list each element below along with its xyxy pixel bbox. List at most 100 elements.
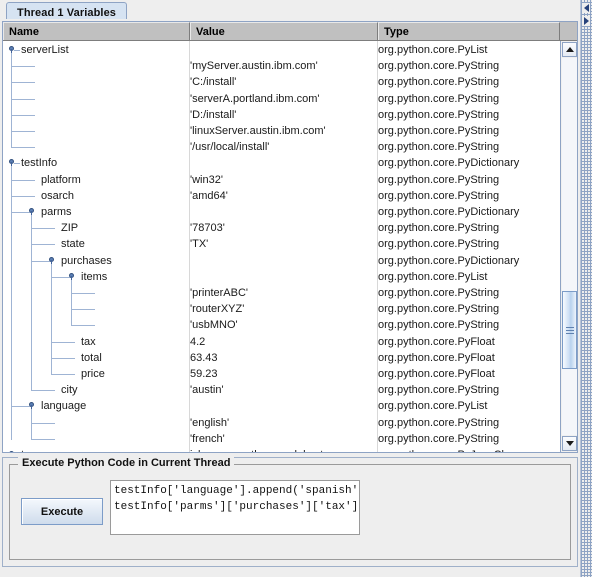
cell-value: 4.2 [190,335,206,348]
cell-value [190,155,375,171]
tree-node-cell[interactable]: osarch [3,188,187,204]
table-row[interactable]: 'linuxServer.austin.ibm.com' org.python.c… [3,123,560,139]
tree-node-label: price [81,368,105,380]
tree-node-label: serverList [21,44,69,56]
table-row[interactable]: testInfo org.python.core.PyDictionary [3,155,560,171]
tree-connector-line [11,147,35,149]
table-row[interactable]: ZIP '78703' org.python.core.PyString [3,220,560,236]
table-row[interactable]: 'english' org.python.core.PyString [3,415,560,431]
table-row[interactable]: purchases org.python.core.PyDictionary [3,253,560,269]
tree-connector-line [51,374,75,375]
cell-type: org.python.core.PyList [378,400,488,413]
tree-node-label: language [41,400,87,413]
table-row[interactable]: 'usbMNO' org.python.core.PyString [3,317,560,333]
table-row[interactable]: price 59.23 org.python.core.PyFloat [3,366,560,382]
cell-value: 'myServer.austin.ibm.com' [190,60,318,73]
tree-expand-handle-icon[interactable] [48,256,55,264]
column-header-name[interactable]: Name [3,22,190,40]
table-row[interactable]: osarch 'amd64' org.python.core.PyString [3,188,560,204]
scrollbar-grip-icon [566,327,574,335]
cell-value [190,204,375,220]
tree-expand-handle-icon[interactable] [28,402,35,410]
table-row[interactable]: 'myServer.austin.ibm.com' org.python.core… [3,58,560,74]
cell-value: 'serverA.portland.ibm.com' [190,92,320,105]
tree-connector-line [71,325,95,327]
tree-node-cell[interactable] [3,107,187,123]
python-code-input[interactable]: testInfo['language'].append('spanish') t… [110,480,360,535]
collapse-left-button[interactable] [582,3,590,13]
cell-type: org.python.core.PyString [378,416,500,429]
scrollbar-track[interactable] [562,58,577,435]
table-row[interactable]: 'french' org.python.core.PyString [3,431,560,447]
tree-node-cell[interactable]: serverList [3,42,187,58]
cell-type: org.python.core.PyFloat [378,368,495,380]
table-row[interactable]: 'routerXYZ' org.python.core.PyString [3,301,560,317]
tab-label: Thread 1 Variables [17,6,117,19]
table-row[interactable]: 'serverA.portland.ibm.com' org.python.cor… [3,91,560,107]
cell-type: org.python.core.PyString [378,92,500,105]
tree-connector-line [71,309,95,311]
cell-type: org.python.core.PyString [378,319,500,332]
tree-expand-handle-icon[interactable] [8,46,15,53]
table-row[interactable]: city 'austin' org.python.core.PyString [3,382,560,398]
split-pane-divider[interactable] [580,0,592,577]
variables-tab-panel: Thread 1 Variables Name Value Type serve… [0,0,580,455]
cell-type: org.python.core.PyJavaClass [378,447,560,452]
table-row[interactable]: parms org.python.core.PyDictionary [3,204,560,220]
column-header-value[interactable]: Value [190,22,378,40]
tab-strip: Thread 1 Variables [0,0,580,22]
cell-value: 'C:/install' [190,76,237,89]
triangle-left-icon [583,4,589,12]
cell-value [190,269,375,285]
tree-expand-handle-icon[interactable] [28,208,35,215]
cell-value [190,398,375,414]
table-row[interactable]: types jclass org.python.modules.typorg.py… [3,447,560,452]
table-body[interactable]: serverList org.python.core.PyList 'myServe… [3,41,560,452]
cell-type: org.python.core.PyString [378,60,500,73]
table-row[interactable]: 'C:/install' org.python.core.PyString [3,74,560,90]
cell-value [190,253,375,269]
table-row[interactable]: 'printerABC' org.python.core.PyString [3,285,560,301]
tree-connector-line [51,341,75,343]
tree-node-cell[interactable] [3,123,187,139]
tree-expand-handle-icon[interactable] [68,272,75,280]
table-row[interactable]: total 63.43 org.python.core.PyFloat [3,350,560,366]
table-row[interactable]: language org.python.core.PyList [3,398,560,414]
table-row[interactable]: items org.python.core.PyList [3,269,560,285]
vertical-scrollbar[interactable] [560,41,577,452]
tree-node-cell[interactable]: testInfo [3,155,187,171]
table-row[interactable]: tax 4.2 org.python.core.PyFloat [3,334,560,350]
cell-type: org.python.core.PyString [378,287,500,299]
scrollbar-thumb[interactable] [562,291,577,370]
tree-node-label: city [61,384,78,397]
tree-trunk-line [71,279,72,327]
tree-node-cell[interactable] [3,91,187,107]
table-row[interactable]: platform 'win32' org.python.core.PyString [3,172,560,188]
tree-expand-handle-icon[interactable] [8,451,15,452]
table-row[interactable]: '/usr/local/install' org.python.core.PySt… [3,139,560,155]
cell-value [190,42,375,58]
cell-value: 'french' [190,432,225,445]
table-header-row: Name Value Type [3,22,577,41]
tree-connector-line [11,98,35,100]
table-row[interactable]: state 'TX' org.python.core.PyString [3,236,560,252]
scroll-up-button[interactable] [562,42,577,57]
cell-value: 'linuxServer.austin.ibm.com' [190,125,326,137]
collapse-right-button[interactable] [582,16,590,26]
execute-button[interactable]: Execute [21,498,103,525]
column-header-value-label: Value [196,25,225,38]
scroll-down-button[interactable] [562,436,577,451]
tree-expand-handle-icon[interactable] [8,159,15,167]
table-row[interactable]: serverList org.python.core.PyList [3,42,560,58]
column-header-type[interactable]: Type [378,22,560,40]
tree-connector-line [11,82,35,84]
tree-node-cell[interactable]: types [3,447,187,452]
tree-node-cell[interactable] [3,58,187,74]
cell-type: org.python.core.PyString [378,76,500,89]
tree-connector-line [31,438,55,440]
cell-value: 'win32' [190,173,223,186]
table-row[interactable]: 'D:/install' org.python.core.PyString [3,107,560,123]
tree-node-cell[interactable]: platform [3,172,187,188]
tree-node-cell[interactable] [3,74,187,90]
tree-node-cell[interactable] [3,139,187,155]
